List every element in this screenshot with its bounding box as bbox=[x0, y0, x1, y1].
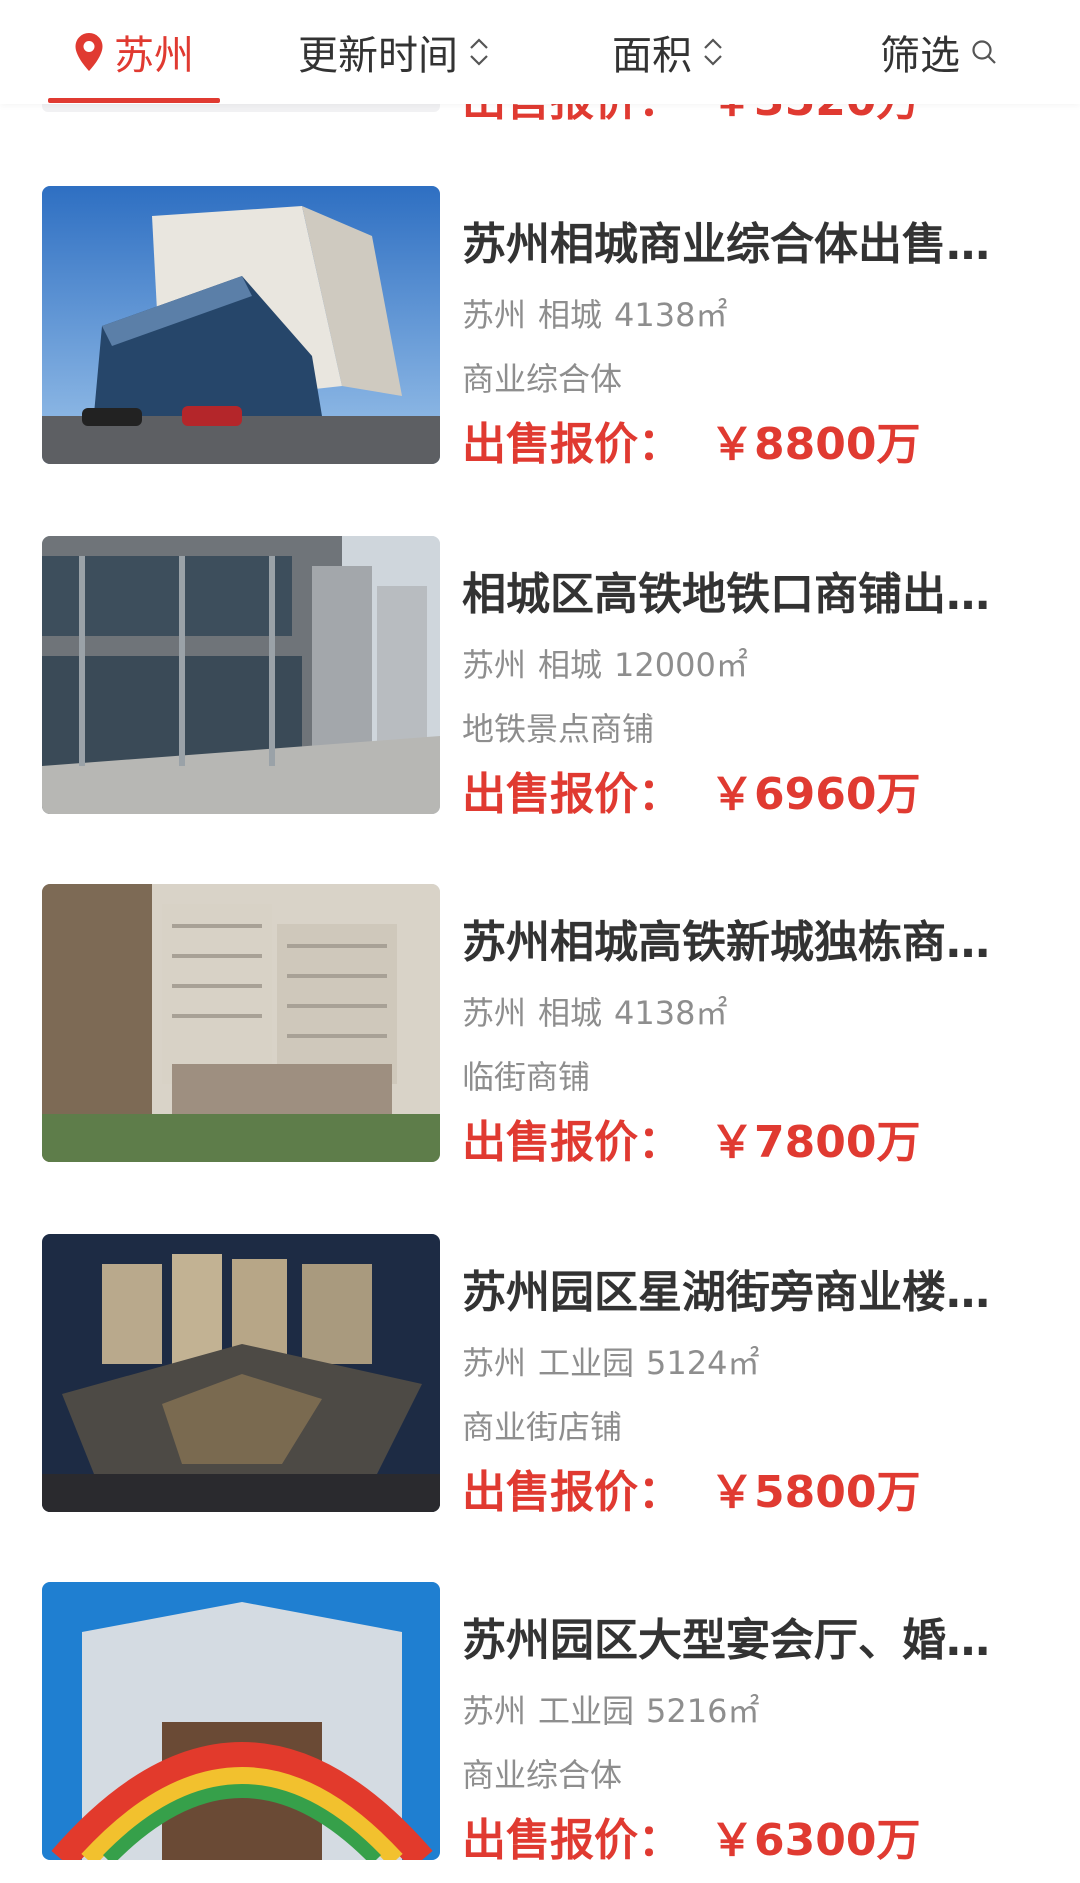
sort-arrows-icon bbox=[468, 35, 490, 69]
listing-price: 出售报价： ￥6960万 bbox=[462, 769, 921, 820]
tab-filter-label: 筛选 bbox=[880, 33, 960, 79]
listing-price: 出售报价： ￥6300万 bbox=[462, 1815, 921, 1866]
listing-thumbnail[interactable] bbox=[42, 186, 440, 464]
listing-location: 苏州 工业园 5124㎡ bbox=[462, 1344, 760, 1382]
listing-list: 出售报价：￥3520万 苏州相城商业综合体出售… 苏 bbox=[0, 0, 1080, 1883]
listing-location: 苏州 相城 4138㎡ bbox=[462, 994, 728, 1032]
search-icon bbox=[970, 38, 998, 66]
listing-title[interactable]: 苏州园区大型宴会厅、婚… bbox=[462, 1604, 1002, 1668]
listing-thumbnail[interactable] bbox=[42, 884, 440, 1162]
filter-bar: 苏州 更新时间 面积 筛选 bbox=[0, 0, 1080, 104]
tab-sort-update-time-label: 更新时间 bbox=[298, 33, 458, 79]
listing-card[interactable]: 苏州园区星湖街旁商业楼… 苏州 工业园 5124㎡ 商业街店铺 出售报价： ￥5800… bbox=[0, 1234, 1080, 1518]
listing-thumbnail[interactable] bbox=[42, 1582, 440, 1860]
listing-property-type: 商业综合体 bbox=[462, 1756, 623, 1794]
listing-title[interactable]: 苏州相城商业综合体出售… bbox=[462, 208, 1002, 272]
listing-title[interactable]: 苏州相城高铁新城独栋商… bbox=[462, 906, 1002, 970]
sort-arrows-icon bbox=[702, 35, 724, 69]
active-tab-indicator bbox=[48, 98, 220, 103]
listing-property-type: 商业综合体 bbox=[462, 360, 623, 398]
tab-city[interactable]: 苏州 bbox=[74, 0, 194, 104]
listing-card[interactable]: 苏州相城商业综合体出售… 苏州 相城 4138㎡ 商业综合体 出售报价： ￥8800万 bbox=[0, 186, 1080, 470]
listing-price: 出售报价： ￥7800万 bbox=[462, 1117, 921, 1168]
listing-title[interactable]: 苏州园区星湖街旁商业楼… bbox=[462, 1256, 1002, 1320]
listing-price: 出售报价： ￥5800万 bbox=[462, 1467, 921, 1518]
listing-property-type: 地铁景点商铺 bbox=[462, 710, 655, 748]
listing-card[interactable]: 相城区高铁地铁口商铺出… 苏州 相城 12000㎡ 地铁景点商铺 出售报价： ￥696… bbox=[0, 536, 1080, 820]
tab-city-label: 苏州 bbox=[114, 33, 194, 79]
listing-location: 苏州 相城 12000㎡ bbox=[462, 646, 748, 684]
listing-thumbnail[interactable] bbox=[42, 1234, 440, 1512]
location-pin-icon bbox=[74, 32, 104, 72]
listing-thumbnail[interactable] bbox=[42, 536, 440, 814]
listing-card[interactable]: 苏州园区大型宴会厅、婚… 苏州 工业园 5216㎡ 商业综合体 出售报价： ￥6300… bbox=[0, 1582, 1080, 1866]
listing-card[interactable]: 苏州相城高铁新城独栋商… 苏州 相城 4138㎡ 临街商铺 出售报价： ￥7800万 bbox=[0, 884, 1080, 1168]
listing-title[interactable]: 相城区高铁地铁口商铺出… bbox=[462, 558, 1002, 622]
listing-location: 苏州 工业园 5216㎡ bbox=[462, 1692, 760, 1730]
listing-price: 出售报价： ￥8800万 bbox=[462, 419, 921, 470]
listing-location: 苏州 相城 4138㎡ bbox=[462, 296, 728, 334]
listing-property-type: 临街商铺 bbox=[462, 1058, 591, 1096]
listing-property-type: 商业街店铺 bbox=[462, 1408, 623, 1446]
tab-sort-area-label: 面积 bbox=[612, 33, 692, 79]
tab-sort-area[interactable]: 面积 bbox=[612, 0, 724, 104]
tab-sort-update-time[interactable]: 更新时间 bbox=[298, 0, 490, 104]
tab-filter[interactable]: 筛选 bbox=[880, 0, 998, 104]
